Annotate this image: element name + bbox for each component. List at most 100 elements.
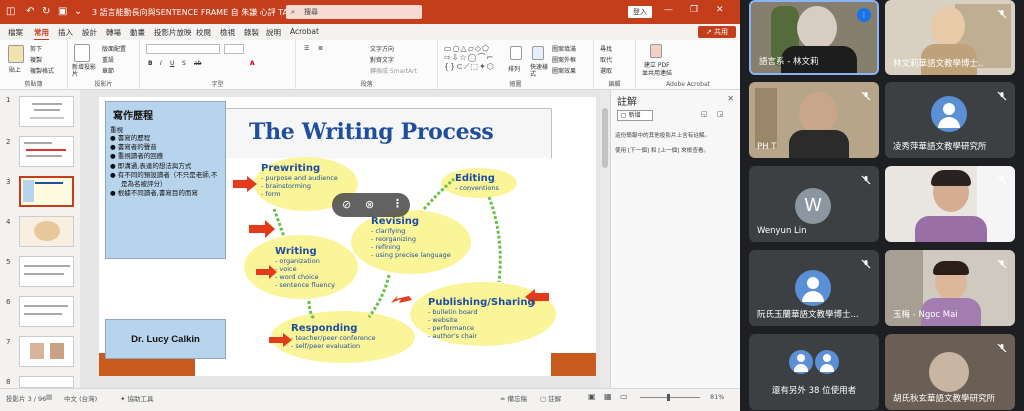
shape-effects-button[interactable]: 圖案效果 (552, 66, 576, 75)
redo-icon[interactable]: ↻ (42, 6, 50, 18)
others-tile[interactable]: 還有另外 38 位使用者 (749, 334, 879, 410)
slide-thumbnail[interactable] (19, 216, 74, 247)
slide-thumbnail[interactable] (19, 96, 74, 127)
font-name-dropdown[interactable] (146, 44, 220, 54)
find-button[interactable]: 尋找 (600, 44, 612, 53)
slide-thumbnail[interactable] (19, 296, 74, 327)
shape-outline-button[interactable]: 圖案外框 (552, 55, 576, 64)
participant-tile[interactable]: 林文莉華語文教學博士.. (885, 0, 1015, 75)
new-comment-button[interactable]: ▢ 新增 (617, 110, 653, 121)
tab-transitions[interactable]: 轉場 (106, 27, 121, 38)
shapes-gallery[interactable]: ▭○△▱◇⬠ ⇨⇩☆◯⌒⌐ {}⊂⟋⬚✦⬡ (444, 44, 502, 74)
strike-button[interactable]: ab (194, 60, 202, 67)
sorter-view-icon[interactable]: ▦ (604, 392, 612, 401)
participant-tile[interactable]: W Wenyun Lin (749, 166, 879, 242)
accessibility-status[interactable]: ✦ 協助工具 (120, 393, 154, 403)
tab-review[interactable]: 校閱 (196, 27, 211, 38)
prev-comment-icon[interactable]: ◱ (701, 110, 708, 118)
scroll-thumb[interactable] (602, 108, 608, 168)
participant-tile[interactable]: 凌秀萍華語文教學研究所 (885, 82, 1015, 158)
comments-button[interactable]: ▢ 註解 (540, 393, 561, 403)
quick-styles-icon[interactable] (532, 46, 544, 60)
text-direction-button[interactable]: 文字方向 (370, 44, 394, 53)
language-indicator[interactable]: 中文 (台灣) (64, 393, 97, 403)
quick-styles-label: 快速樣式 (530, 64, 549, 78)
paste-icon[interactable] (8, 45, 24, 63)
smartart-button[interactable]: 轉換成 SmartArt (370, 66, 417, 75)
format-painter-button[interactable]: 複製格式 (30, 66, 54, 75)
maximize-icon[interactable]: ❐ (690, 5, 698, 15)
slide-thumbnail-selected[interactable] (19, 176, 74, 207)
share-button[interactable]: ↗ 共用 (698, 26, 736, 38)
slideshow-icon[interactable]: ▣ (58, 6, 67, 18)
tab-file[interactable]: 檔案 (8, 27, 23, 38)
participant-tile[interactable]: ⋮ 語言系 - 林文莉 (749, 0, 879, 75)
signin-button[interactable]: 登入 (628, 6, 652, 18)
slide-thumbnail[interactable] (19, 136, 74, 167)
section-button[interactable]: 章節 (102, 66, 114, 75)
search-box[interactable]: ⌕ 搜尋 (286, 5, 422, 19)
participant-tile[interactable] (885, 166, 1015, 242)
participant-tile[interactable]: 阮氏玉蘭華語文教學博士... (749, 250, 879, 326)
tab-acrobat[interactable]: Acrobat (290, 27, 319, 36)
comment-icon: ▢ (621, 112, 627, 119)
cut-button[interactable]: 剪下 (30, 44, 42, 53)
participant-tile[interactable]: 胡氏秋玄華語文教學研究所 (885, 334, 1015, 410)
replace-button[interactable]: 取代 (600, 55, 612, 64)
shape-fill-button[interactable]: 圖案填滿 (552, 44, 576, 53)
slide-thumbnail[interactable] (19, 256, 74, 287)
select-button[interactable]: 選取 (600, 66, 612, 75)
reset-button[interactable]: 重設 (102, 55, 114, 64)
status-bar: 投影片 3 / 96 ▤ 中文 (台灣) ✦ 協助工具 ≐ 備忘稿 ▢ 註解 ▣… (0, 388, 740, 411)
more-options-icon[interactable]: ⋮ (392, 197, 403, 210)
arrange-icon[interactable] (510, 46, 522, 60)
minimize-icon[interactable]: — (664, 5, 673, 15)
slide-thumbnail[interactable] (19, 376, 74, 388)
spellcheck-icon[interactable]: ▤ (46, 393, 52, 401)
mute-icon[interactable]: ⊗ (365, 198, 374, 211)
reading-view-icon[interactable]: ▭ (620, 392, 628, 401)
participant-tile[interactable]: 玉梅 - Ngoc Mai (885, 250, 1015, 326)
customize-qat-icon[interactable]: ⌄ (74, 6, 82, 18)
new-slide-icon[interactable] (74, 44, 90, 62)
italic-button[interactable]: I (160, 60, 162, 67)
group-label: 投影片 (94, 81, 113, 88)
shadow-button[interactable]: S (182, 60, 186, 67)
tab-slideshow[interactable]: 投影片放映 (154, 27, 192, 38)
tab-view[interactable]: 檢視 (220, 27, 235, 38)
autosave-icon[interactable]: ◫ (6, 6, 15, 18)
align-text-button[interactable]: 對齊文字 (370, 55, 394, 64)
zoom-slider-thumb[interactable] (667, 394, 670, 401)
layout-button[interactable]: 版面配置 (102, 44, 126, 53)
share-icon: ↗ (705, 28, 715, 36)
paste-label: 貼上 (9, 67, 22, 74)
zoom-level[interactable]: 81% (710, 393, 724, 401)
next-comment-icon[interactable]: ◲ (717, 110, 724, 118)
close-pane-icon[interactable]: ✕ (727, 94, 734, 103)
numbering-button[interactable]: ≣ (318, 45, 323, 52)
font-size-dropdown[interactable] (224, 44, 244, 54)
new-slide-label: 新增投影片 (72, 64, 97, 78)
copy-button[interactable]: 複製 (30, 55, 42, 64)
tab-help[interactable]: 說明 (266, 27, 281, 38)
tab-design[interactable]: 設計 (82, 27, 97, 38)
bullets-button[interactable]: ☰ (304, 45, 309, 52)
tab-insert[interactable]: 插入 (58, 27, 73, 38)
tab-record[interactable]: 錄製 (244, 27, 259, 38)
underline-button[interactable]: U (170, 60, 174, 67)
stage-revising: Revising - clarifying - reorganizing - r… (371, 216, 451, 259)
vertical-scrollbar[interactable] (600, 90, 610, 388)
normal-view-icon[interactable]: ▣ (588, 392, 596, 401)
unpin-icon[interactable]: ⊘ (342, 198, 351, 211)
pdf-icon[interactable] (650, 44, 662, 58)
notes-button[interactable]: ≐ 備忘稿 (500, 393, 527, 403)
zoom-slider[interactable] (640, 397, 700, 398)
bold-button[interactable]: B (148, 60, 153, 67)
slide-thumbnail[interactable] (19, 336, 74, 367)
participant-tile[interactable]: PH T (749, 82, 879, 158)
tab-home[interactable]: 常用 (34, 27, 49, 41)
undo-icon[interactable]: ↶ (26, 6, 34, 18)
close-icon[interactable]: ✕ (716, 5, 724, 15)
tab-animations[interactable]: 動畫 (130, 27, 145, 38)
font-color-button[interactable]: A (250, 60, 255, 67)
